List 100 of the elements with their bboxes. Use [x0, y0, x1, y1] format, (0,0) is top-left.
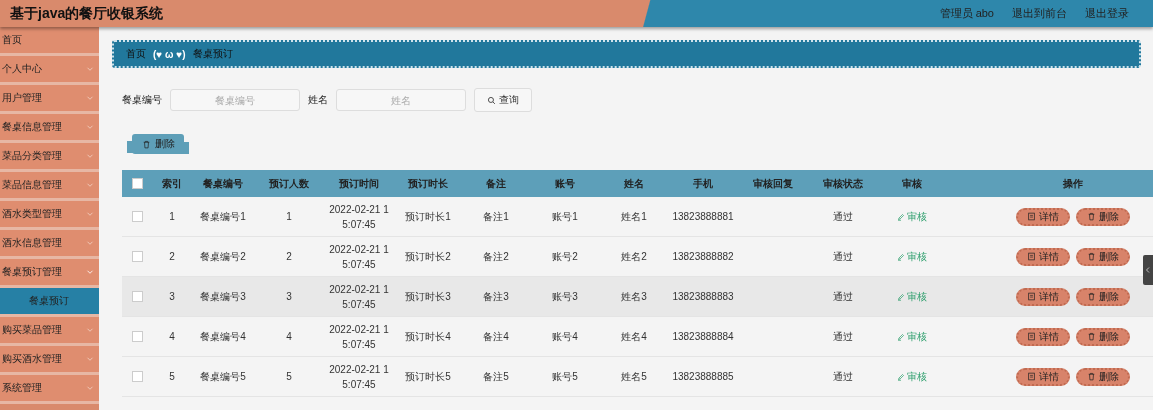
- table-cell: 通过: [833, 370, 853, 382]
- trash-icon: [1087, 252, 1096, 261]
- column-header: 审核: [902, 177, 922, 189]
- column-header: 预订时间: [339, 177, 379, 189]
- table-cell: 账号1: [552, 210, 578, 222]
- table-cell: 通过: [833, 290, 853, 302]
- review-link[interactable]: 审核: [897, 329, 927, 344]
- review-link[interactable]: 审核: [897, 249, 927, 264]
- table-cell: 账号3: [552, 290, 578, 302]
- menu-item[interactable]: 系统管理: [0, 375, 99, 404]
- search-field[interactable]: 餐桌编号: [170, 89, 300, 111]
- table-cell: 姓名2: [621, 250, 647, 262]
- select-all-checkbox[interactable]: [131, 178, 143, 190]
- review-link[interactable]: 审核: [897, 289, 927, 304]
- delete-button[interactable]: 删除: [1076, 287, 1130, 306]
- field-label: 姓名: [308, 93, 328, 107]
- row-checkbox[interactable]: [131, 371, 143, 383]
- breadcrumb-separator: (♥ ω ♥): [153, 48, 186, 60]
- user-label: 管理员 abo: [939, 6, 994, 21]
- table-cell: 餐桌编号5: [200, 370, 246, 382]
- table-cell: 备注3: [483, 290, 509, 302]
- details-button[interactable]: 详情: [1016, 247, 1070, 266]
- review-link[interactable]: 审核: [897, 369, 927, 384]
- trash-icon: [1087, 372, 1096, 381]
- table-cell: 餐桌编号2: [200, 250, 246, 262]
- column-header: 审核状态: [823, 177, 863, 189]
- table-cell: 通过: [833, 250, 853, 262]
- pencil-icon: [897, 372, 905, 381]
- table-cell: 餐桌编号1: [200, 210, 246, 222]
- column-header: 索引: [162, 177, 182, 189]
- delete-button[interactable]: 删除: [1076, 247, 1130, 266]
- table-cell: 预订时长2: [405, 250, 451, 262]
- table-cell: 预订时长5: [405, 370, 451, 382]
- table-cell: 预订时长3: [405, 290, 451, 302]
- table-cell: 3: [286, 291, 292, 302]
- row-checkbox[interactable]: [131, 331, 143, 343]
- document-icon: [1027, 372, 1036, 381]
- table-cell: 账号2: [552, 250, 578, 262]
- table-cell: 餐桌编号4: [200, 330, 246, 342]
- search-field[interactable]: 姓名: [336, 89, 466, 111]
- table-cell: 3: [169, 291, 175, 302]
- delete-button[interactable]: 删除: [1076, 367, 1130, 386]
- review-link[interactable]: 审核: [897, 209, 927, 224]
- table-cell: 5: [169, 371, 175, 382]
- submenu-item[interactable]: 餐桌预订: [0, 288, 99, 317]
- table-cell: 账号5: [552, 370, 578, 382]
- column-header: 预订时长: [408, 177, 448, 189]
- menu-item[interactable]: 用户管理: [0, 85, 99, 114]
- menu-item[interactable]: 个人中心: [0, 56, 99, 85]
- row-checkbox[interactable]: [131, 291, 143, 303]
- table-cell: 预订时长4: [405, 330, 451, 342]
- menu-item[interactable]: 酒水类型管理: [0, 201, 99, 230]
- table-cell: 4: [169, 331, 175, 342]
- search-icon: [487, 95, 496, 105]
- details-button[interactable]: 详情: [1016, 287, 1070, 306]
- table-cell: 备注2: [483, 250, 509, 262]
- table-cell: 13823888882: [672, 251, 734, 262]
- row-checkbox[interactable]: [131, 211, 143, 223]
- column-header: 操作: [1063, 177, 1083, 189]
- table-cell: 通过: [833, 210, 853, 222]
- column-header: 备注: [486, 177, 506, 189]
- delete-button[interactable]: 删除: [1076, 207, 1130, 226]
- app-title: 基于java的餐厅收银系统: [9, 4, 165, 23]
- menu-item[interactable]: 菜品信息管理: [0, 172, 99, 201]
- column-header: 手机: [693, 177, 713, 189]
- table-cell: 姓名3: [621, 290, 647, 302]
- pencil-icon: [897, 292, 905, 301]
- header-link[interactable]: 退出到前台: [1012, 6, 1067, 21]
- breadcrumb-home[interactable]: 首页: [126, 47, 146, 61]
- table-cell: 4: [286, 331, 292, 342]
- column-header: 姓名: [624, 177, 644, 189]
- table-cell: 备注1: [483, 210, 509, 222]
- table-cell: 2022-02-21 15:07:45: [329, 283, 389, 310]
- column-header: 账号: [555, 177, 575, 189]
- search-button[interactable]: 查询: [474, 88, 532, 112]
- table-cell: 姓名4: [621, 330, 647, 342]
- menu-item[interactable]: 购买酒水管理: [0, 346, 99, 375]
- menu-item[interactable]: 购买菜品管理: [0, 317, 99, 346]
- collapse-tab[interactable]: [1143, 255, 1153, 285]
- menu-item[interactable]: 菜品分类管理: [0, 143, 99, 172]
- table-cell: 姓名5: [621, 370, 647, 382]
- table-cell: 13823888885: [672, 371, 734, 382]
- menu-item[interactable]: 餐桌信息管理: [0, 114, 99, 143]
- table-cell: 2022-02-21 15:07:45: [329, 363, 389, 390]
- pencil-icon: [897, 332, 905, 341]
- details-button[interactable]: 详情: [1016, 367, 1070, 386]
- field-label: 餐桌编号: [122, 93, 162, 107]
- delete-button[interactable]: 删除: [1076, 327, 1130, 346]
- menu-item[interactable]: 酒水信息管理: [0, 230, 99, 259]
- row-checkbox[interactable]: [131, 251, 143, 263]
- details-button[interactable]: 详情: [1016, 327, 1070, 346]
- table-cell: 预订时长1: [405, 210, 451, 222]
- table-cell: 餐桌编号3: [200, 290, 246, 302]
- table-cell: 通过: [833, 330, 853, 342]
- column-header: 审核回复: [753, 177, 793, 189]
- menu-item[interactable]: 餐桌预订管理: [0, 259, 99, 288]
- details-button[interactable]: 详情: [1016, 207, 1070, 226]
- trash-icon: [1087, 332, 1096, 341]
- header-link[interactable]: 退出登录: [1085, 6, 1129, 21]
- menu-item[interactable]: 首页: [0, 27, 99, 56]
